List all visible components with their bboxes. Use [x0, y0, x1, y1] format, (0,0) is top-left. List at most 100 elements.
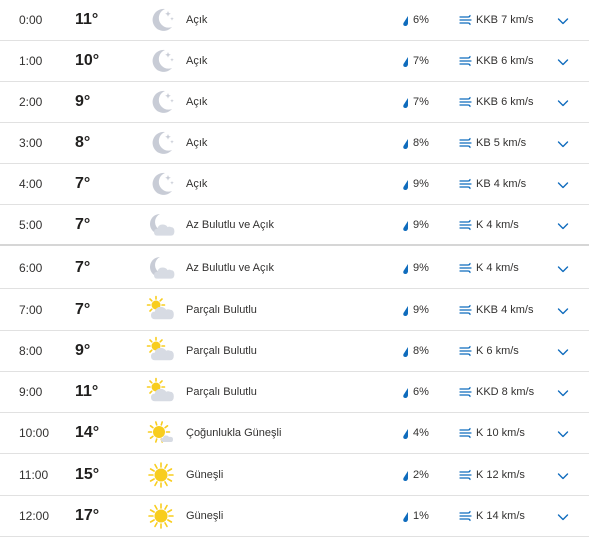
hour-time: 8:00 — [19, 344, 43, 358]
hour-time: 0:00 — [19, 13, 43, 27]
sun-small-cloud-icon — [146, 418, 176, 448]
hour-row[interactable]: 11:00 15° Güneşli 2% K 12 km/s — [0, 455, 589, 496]
hour-row[interactable]: 8:00 9° Parçalı Bulutlu 8% K 6 km/s — [0, 331, 589, 372]
wind-icon — [459, 509, 473, 523]
hour-temperature: 9° — [75, 93, 91, 110]
hour-temperature: 7° — [75, 175, 91, 192]
wind-icon — [459, 468, 473, 482]
precipitation-chance: 7% — [413, 55, 429, 67]
hour-time: 7:00 — [19, 303, 43, 317]
raindrop-icon — [401, 14, 411, 27]
hour-condition: Parçalı Bulutlu — [186, 386, 257, 398]
hour-row[interactable]: 10:00 14° Çoğunlukla Güneşli 4% K 10 km/s — [0, 413, 589, 454]
wind-info: K 6 km/s — [476, 345, 519, 357]
moon-cloud-icon — [146, 253, 176, 283]
wind-info: KB 5 km/s — [476, 137, 527, 149]
raindrop-icon — [401, 386, 411, 399]
wind-icon — [459, 54, 473, 68]
wind-info: KKB 6 km/s — [476, 96, 534, 108]
hour-row[interactable]: 12:00 17° Güneşli 1% K 14 km/s — [0, 496, 589, 537]
hour-row[interactable]: 4:00 7° Açık 9% KB 4 km/s — [0, 164, 589, 205]
chevron-down-icon[interactable] — [557, 510, 569, 522]
wind-info: K 4 km/s — [476, 262, 519, 274]
wind-icon — [459, 303, 473, 317]
wind-icon — [459, 95, 473, 109]
hour-time: 6:00 — [19, 261, 43, 275]
hour-condition: Parçalı Bulutlu — [186, 345, 257, 357]
hour-condition: Az Bulutlu ve Açık — [186, 262, 275, 274]
chevron-down-icon[interactable] — [557, 14, 569, 26]
hour-row[interactable]: 2:00 9° Açık 7% KKB 6 km/s — [0, 82, 589, 123]
sun-cloud-icon — [146, 336, 176, 366]
chevron-down-icon[interactable] — [557, 262, 569, 274]
hour-temperature: 17° — [75, 507, 100, 524]
hour-temperature: 8° — [75, 134, 91, 151]
hour-row[interactable]: 7:00 7° Parçalı Bulutlu 9% KKB 4 km/s — [0, 290, 589, 331]
hour-time: 2:00 — [19, 95, 43, 109]
chevron-down-icon[interactable] — [557, 386, 569, 398]
raindrop-icon — [401, 469, 411, 482]
sun-icon — [146, 460, 176, 490]
chevron-down-icon[interactable] — [557, 469, 569, 481]
precipitation-chance: 4% — [413, 427, 429, 439]
hour-row[interactable]: 9:00 11° Parçalı Bulutlu 6% KKD 8 km/s — [0, 372, 589, 413]
hour-condition: Az Bulutlu ve Açık — [186, 219, 275, 231]
hour-temperature: 9° — [75, 342, 91, 359]
wind-info: K 14 km/s — [476, 510, 525, 522]
hour-time: 12:00 — [19, 509, 50, 523]
chevron-down-icon[interactable] — [557, 345, 569, 357]
sun-icon — [146, 501, 176, 531]
precipitation-chance: 7% — [413, 96, 429, 108]
hour-time: 10:00 — [19, 426, 50, 440]
hour-time: 3:00 — [19, 136, 43, 150]
chevron-down-icon[interactable] — [557, 137, 569, 149]
hour-condition: Güneşli — [186, 469, 224, 481]
precipitation-chance: 9% — [413, 304, 429, 316]
precipitation-chance: 2% — [413, 469, 429, 481]
raindrop-icon — [401, 304, 411, 317]
hourly-forecast-list: 0:00 11° Açık 6% KKB 7 km/s 1:00 10° Açık 7% KKB … — [0, 0, 589, 538]
chevron-down-icon[interactable] — [557, 55, 569, 67]
chevron-down-icon[interactable] — [557, 96, 569, 108]
hour-row[interactable]: 1:00 10° Açık 7% KKB 6 km/s — [0, 41, 589, 82]
wind-info: K 4 km/s — [476, 219, 519, 231]
hour-condition: Güneşli — [186, 510, 224, 522]
moon-clear-icon — [146, 87, 176, 117]
precipitation-chance: 9% — [413, 178, 429, 190]
chevron-down-icon[interactable] — [557, 427, 569, 439]
raindrop-icon — [401, 345, 411, 358]
hour-row[interactable]: 5:00 7° Az Bulutlu ve Açık 9% K 4 km/s — [0, 205, 589, 246]
hour-condition: Parçalı Bulutlu — [186, 304, 257, 316]
raindrop-icon — [401, 55, 411, 68]
sun-cloud-icon — [146, 295, 176, 325]
hour-temperature: 11° — [75, 11, 99, 28]
precipitation-chance: 9% — [413, 262, 429, 274]
hour-row[interactable]: 6:00 7° Az Bulutlu ve Açık 9% K 4 km/s — [0, 248, 589, 289]
chevron-down-icon[interactable] — [557, 219, 569, 231]
chevron-down-icon[interactable] — [557, 304, 569, 316]
precipitation-chance: 8% — [413, 137, 429, 149]
wind-icon — [459, 261, 473, 275]
raindrop-icon — [401, 219, 411, 232]
hour-condition: Açık — [186, 96, 208, 108]
precipitation-chance: 1% — [413, 510, 429, 522]
raindrop-icon — [401, 427, 411, 440]
moon-cloud-icon — [146, 210, 176, 240]
precipitation-chance: 9% — [413, 219, 429, 231]
wind-icon — [459, 426, 473, 440]
raindrop-icon — [401, 96, 411, 109]
hour-temperature: 15° — [75, 466, 100, 483]
chevron-down-icon[interactable] — [557, 178, 569, 190]
hour-temperature: 10° — [75, 52, 100, 69]
hour-row[interactable]: 0:00 11° Açık 6% KKB 7 km/s — [0, 0, 589, 41]
hour-temperature: 7° — [75, 216, 91, 233]
hour-condition: Çoğunlukla Güneşli — [186, 427, 282, 439]
hour-time: 4:00 — [19, 177, 43, 191]
hour-temperature: 7° — [75, 301, 91, 318]
wind-info: K 10 km/s — [476, 427, 525, 439]
raindrop-icon — [401, 262, 411, 275]
wind-info: KKB 6 km/s — [476, 55, 534, 67]
wind-icon — [459, 136, 473, 150]
hour-row[interactable]: 3:00 8° Açık 8% KB 5 km/s — [0, 123, 589, 164]
wind-info: KKB 4 km/s — [476, 304, 534, 316]
